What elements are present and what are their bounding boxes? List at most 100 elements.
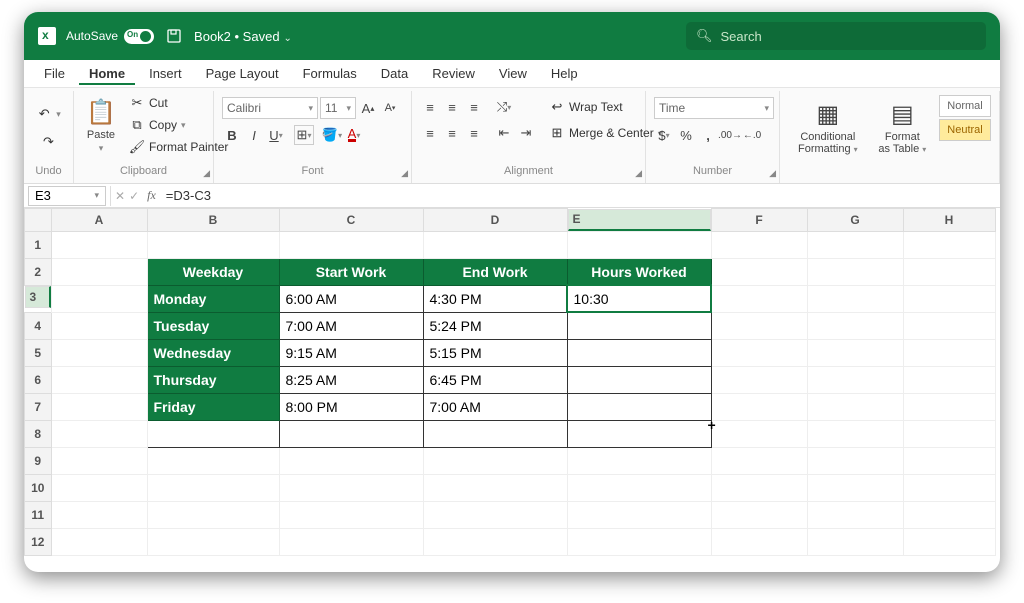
cell[interactable] bbox=[567, 420, 711, 447]
cell[interactable] bbox=[711, 366, 807, 393]
cell[interactable] bbox=[711, 393, 807, 420]
cell[interactable]: Monday bbox=[147, 285, 279, 312]
cell[interactable] bbox=[51, 258, 147, 285]
formula-input[interactable]: =D3-C3 bbox=[160, 188, 1000, 203]
cell[interactable]: 4:30 PM bbox=[423, 285, 567, 312]
cell[interactable] bbox=[807, 231, 903, 258]
format-as-table-button[interactable]: ▤ Format as Table ▾ bbox=[872, 95, 933, 160]
cell[interactable] bbox=[423, 231, 567, 258]
col-header-H[interactable]: H bbox=[903, 209, 995, 232]
align-middle-button[interactable]: ≡ bbox=[442, 97, 462, 117]
tab-page-layout[interactable]: Page Layout bbox=[196, 62, 289, 85]
cell[interactable]: Tuesday bbox=[147, 312, 279, 339]
cell[interactable] bbox=[423, 420, 567, 447]
increase-font-button[interactable]: A▴ bbox=[358, 98, 378, 118]
row-header[interactable]: 3 bbox=[25, 286, 51, 308]
row-header[interactable]: 4 bbox=[25, 312, 52, 339]
cell[interactable] bbox=[147, 420, 279, 447]
cell[interactable] bbox=[807, 393, 903, 420]
cell[interactable] bbox=[51, 528, 147, 555]
fill-handle-icon[interactable]: + bbox=[708, 417, 718, 427]
cell[interactable] bbox=[711, 528, 807, 555]
cell[interactable] bbox=[903, 528, 995, 555]
cell[interactable]: End Work bbox=[423, 258, 567, 285]
decrease-font-button[interactable]: A▾ bbox=[380, 98, 400, 118]
row-header[interactable]: 2 bbox=[25, 258, 52, 285]
cell[interactable]: 8:00 PM bbox=[279, 393, 423, 420]
cell[interactable] bbox=[807, 420, 903, 447]
cell[interactable]: Thursday bbox=[147, 366, 279, 393]
tab-review[interactable]: Review bbox=[422, 62, 485, 85]
cell[interactable]: Hours Worked bbox=[567, 258, 711, 285]
align-bottom-button[interactable]: ≡ bbox=[464, 97, 484, 117]
increase-decimal-button[interactable]: .00→ bbox=[720, 125, 740, 145]
save-icon[interactable] bbox=[166, 28, 182, 44]
cell[interactable] bbox=[147, 474, 279, 501]
align-left-button[interactable]: ≡ bbox=[420, 123, 440, 143]
cell[interactable] bbox=[279, 528, 423, 555]
cell[interactable] bbox=[567, 447, 711, 474]
cell[interactable] bbox=[903, 474, 995, 501]
cell[interactable] bbox=[423, 474, 567, 501]
cell[interactable] bbox=[903, 339, 995, 366]
tab-formulas[interactable]: Formulas bbox=[293, 62, 367, 85]
row-header[interactable]: 6 bbox=[25, 366, 52, 393]
row-header[interactable]: 8 bbox=[25, 420, 52, 447]
percent-button[interactable]: % bbox=[676, 125, 696, 145]
font-dialog-launcher[interactable]: ◢ bbox=[401, 168, 408, 179]
italic-button[interactable]: I bbox=[244, 125, 264, 145]
search-input[interactable] bbox=[721, 29, 976, 44]
cell[interactable] bbox=[279, 501, 423, 528]
cell[interactable] bbox=[51, 393, 147, 420]
cell-active[interactable]: 10:30 bbox=[567, 285, 711, 312]
font-name-select[interactable]: Calibri▾ bbox=[222, 97, 318, 119]
cell[interactable] bbox=[423, 528, 567, 555]
cell[interactable] bbox=[51, 231, 147, 258]
tab-data[interactable]: Data bbox=[371, 62, 418, 85]
cell[interactable] bbox=[807, 312, 903, 339]
fill-color-button[interactable]: 🪣▾ bbox=[322, 125, 342, 145]
cell[interactable] bbox=[51, 285, 147, 312]
col-header-D[interactable]: D bbox=[423, 209, 567, 232]
cell[interactable]: 6:00 AM bbox=[279, 285, 423, 312]
col-header-C[interactable]: C bbox=[279, 209, 423, 232]
cell[interactable] bbox=[279, 447, 423, 474]
cell[interactable] bbox=[567, 231, 711, 258]
border-button[interactable]: ⊞▾ bbox=[294, 125, 314, 145]
tab-home[interactable]: Home bbox=[79, 62, 135, 85]
toggle-switch-icon[interactable]: On bbox=[124, 29, 154, 44]
redo-button[interactable]: ↷ bbox=[38, 132, 60, 152]
cell[interactable] bbox=[567, 501, 711, 528]
decrease-indent-button[interactable]: ⇤ bbox=[494, 123, 514, 143]
increase-indent-button[interactable]: ⇥ bbox=[516, 123, 536, 143]
paste-button[interactable]: 📋 Paste ▾ bbox=[80, 93, 122, 158]
row-header[interactable]: 11 bbox=[25, 501, 52, 528]
cell[interactable] bbox=[903, 312, 995, 339]
cell[interactable] bbox=[711, 231, 807, 258]
row-header[interactable]: 5 bbox=[25, 339, 52, 366]
cell[interactable] bbox=[807, 528, 903, 555]
undo-button[interactable]: ↶▾ bbox=[33, 104, 64, 124]
font-size-select[interactable]: 11▾ bbox=[320, 97, 356, 119]
cell[interactable] bbox=[711, 339, 807, 366]
col-header-F[interactable]: F bbox=[711, 209, 807, 232]
cell[interactable] bbox=[903, 393, 995, 420]
tab-insert[interactable]: Insert bbox=[139, 62, 192, 85]
col-header-G[interactable]: G bbox=[807, 209, 903, 232]
align-top-button[interactable]: ≡ bbox=[420, 97, 440, 117]
cell[interactable]: 5:15 PM bbox=[423, 339, 567, 366]
cell[interactable]: 6:45 PM bbox=[423, 366, 567, 393]
cell[interactable] bbox=[807, 501, 903, 528]
tab-file[interactable]: File bbox=[34, 62, 75, 85]
cell[interactable]: 5:24 PM bbox=[423, 312, 567, 339]
fx-icon[interactable]: fx bbox=[143, 188, 160, 203]
row-header[interactable]: 12 bbox=[25, 528, 52, 555]
cell[interactable] bbox=[903, 447, 995, 474]
cell[interactable] bbox=[51, 339, 147, 366]
number-dialog-launcher[interactable]: ◢ bbox=[769, 168, 776, 179]
cell[interactable] bbox=[807, 339, 903, 366]
cell[interactable] bbox=[567, 528, 711, 555]
cell[interactable] bbox=[807, 285, 903, 312]
cell[interactable] bbox=[279, 420, 423, 447]
spreadsheet-grid[interactable]: A B C D E F G H 1 2 Weekday Start Work E… bbox=[24, 208, 1000, 572]
